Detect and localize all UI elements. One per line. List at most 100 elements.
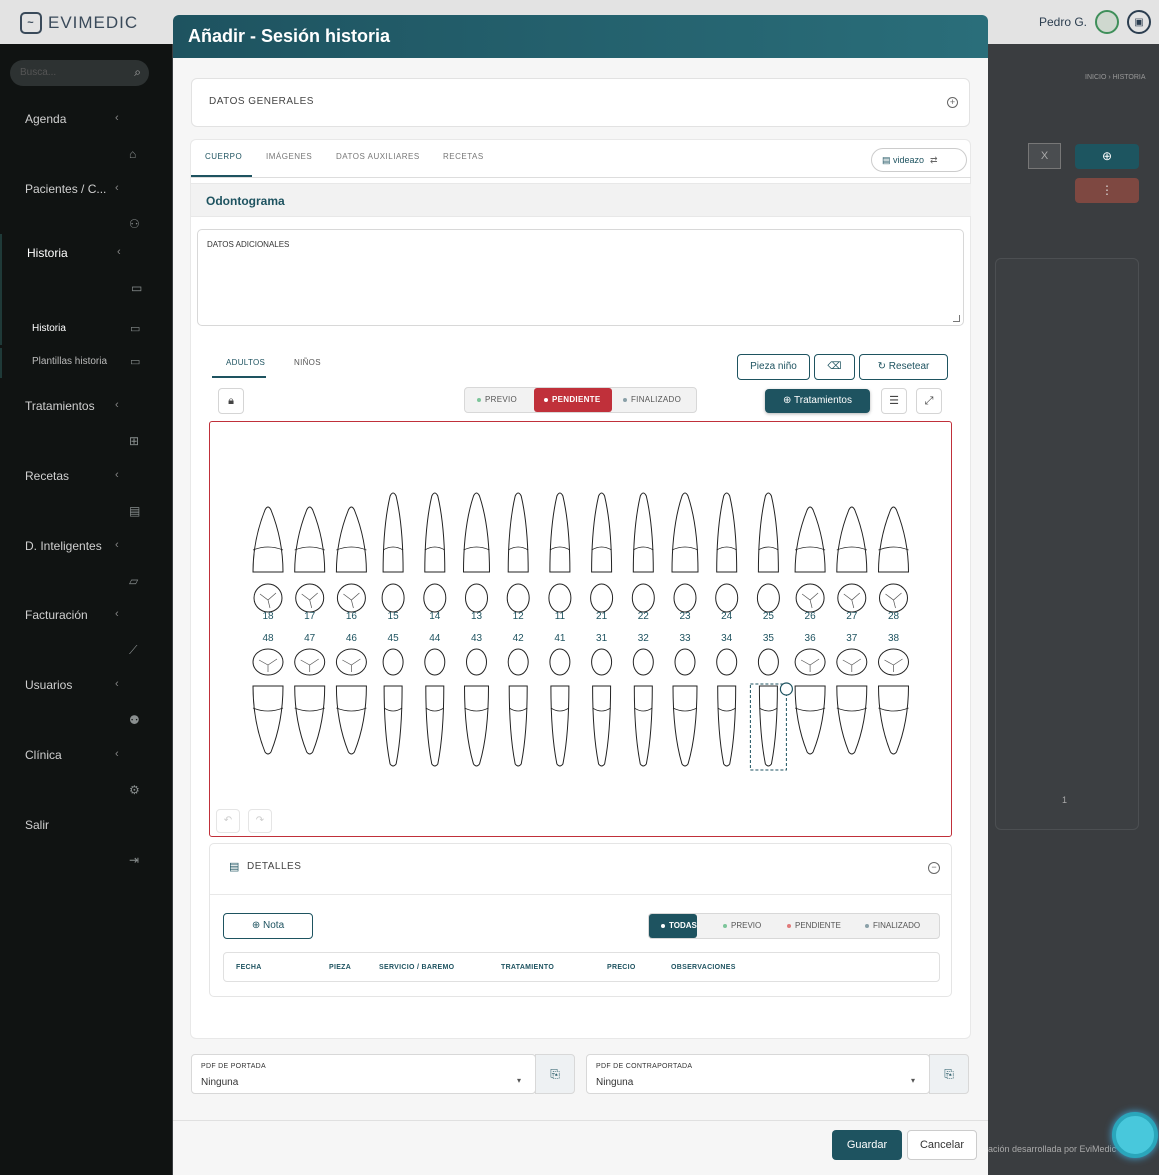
column-servicio[interactable]: SERVICIO / BAREMO <box>379 964 454 971</box>
tooth-number: 44 <box>429 633 441 644</box>
expand-icon[interactable]: + <box>947 97 958 108</box>
folder-icon: ▭ <box>130 323 141 335</box>
resize-handle[interactable] <box>953 315 960 322</box>
sidebar-item-usuarios[interactable]: Usuarios ‹ ⚉ <box>0 672 172 742</box>
add-note-button[interactable]: ⊕ Nota <box>223 913 313 939</box>
tooth-26[interactable] <box>794 506 826 613</box>
tab-underline <box>191 175 252 177</box>
videazo-button[interactable]: ▤ videazo ⇄ <box>871 148 967 172</box>
tooth-42[interactable] <box>507 648 529 767</box>
tooth-35[interactable] <box>749 648 794 771</box>
tab-cuerpo[interactable]: CUERPO <box>205 152 242 161</box>
sidebar-item-agenda[interactable]: Agenda ‹ ⌂ <box>0 106 172 176</box>
collapse-icon[interactable]: − <box>928 862 940 874</box>
tooth-12[interactable] <box>506 492 530 613</box>
tooth-22[interactable] <box>631 492 655 613</box>
tooth-13[interactable] <box>462 492 491 613</box>
filter-finalizado[interactable]: FINALIZADO <box>865 914 939 938</box>
tooth-38[interactable] <box>877 648 910 755</box>
filter-todas[interactable]: TODAS <box>649 914 697 938</box>
tooth-41[interactable] <box>549 648 571 767</box>
general-data-section[interactable]: DATOS GENERALES + <box>191 78 970 127</box>
redo-button[interactable]: ↷ <box>248 809 272 833</box>
tab-recetas[interactable]: RECETAS <box>443 152 484 161</box>
tooth-46[interactable] <box>335 648 367 755</box>
tooth-number: 23 <box>679 611 691 622</box>
expand-button[interactable]: ⤢ <box>916 388 942 414</box>
avatar[interactable] <box>1095 10 1119 34</box>
tooth-17[interactable] <box>294 506 326 613</box>
column-precio[interactable]: PRECIO <box>607 964 636 971</box>
status-finalizado[interactable]: FINALIZADO <box>623 388 697 412</box>
brand-logo[interactable]: ~ EVIMEDIC <box>20 12 138 34</box>
column-pieza[interactable]: PIEZA <box>329 964 351 971</box>
reset-button[interactable]: ↻ Resetear <box>859 354 948 380</box>
column-tratamiento[interactable]: TRATAMIENTO <box>501 964 554 971</box>
pdf-back-preview-button[interactable]: ⎘ <box>929 1054 969 1094</box>
tooth-31[interactable] <box>591 648 613 767</box>
tooth-33[interactable] <box>672 648 698 767</box>
extra-data-textarea[interactable]: DATOS ADICIONALES <box>197 229 964 326</box>
tooth-43[interactable] <box>463 648 490 767</box>
teeth-drawing[interactable] <box>210 422 951 836</box>
tooth-45[interactable] <box>382 648 404 767</box>
filter-pendiente[interactable]: PENDIENTE <box>787 914 857 938</box>
sidebar-subitem-plantillas[interactable]: Plantillas historia ▭ <box>0 348 172 378</box>
tooth-34[interactable] <box>716 648 738 767</box>
tooth-25[interactable] <box>756 492 780 613</box>
tooth-24[interactable] <box>715 492 739 613</box>
column-fecha[interactable]: FECHA <box>236 964 262 971</box>
page-number[interactable]: 1 <box>1062 795 1067 805</box>
search-icon[interactable]: ⌕ <box>134 65 141 80</box>
tooth-44[interactable] <box>424 648 446 767</box>
chat-launcher-button[interactable] <box>1112 1112 1158 1158</box>
tooth-14[interactable] <box>423 492 447 613</box>
column-observaciones[interactable]: OBSERVACIONES <box>671 964 736 971</box>
tooth-21[interactable] <box>590 492 614 613</box>
tab-ninos[interactable]: NIÑOS <box>294 358 321 367</box>
search-input[interactable]: Busca... ⌕ <box>10 60 149 86</box>
sidebar-item-recetas[interactable]: Recetas ‹ ▤ <box>0 463 172 533</box>
filter-previo[interactable]: PREVIO <box>723 914 773 938</box>
tooth-47[interactable] <box>294 648 326 755</box>
filters-button[interactable]: ☰ <box>881 388 907 414</box>
chat-icon[interactable]: ▣ <box>1127 10 1151 34</box>
tooth-36[interactable] <box>794 648 826 755</box>
undo-button[interactable]: ↶ <box>216 809 240 833</box>
expand-icon: ⤢ <box>924 395 934 407</box>
tooth-11[interactable] <box>548 492 572 613</box>
pieza-nino-button[interactable]: Pieza niño <box>737 354 810 380</box>
lock-button[interactable]: 🔒︎ <box>218 388 244 414</box>
sidebar-item-clinica[interactable]: Clínica ‹ ⚙ <box>0 742 172 812</box>
clear-button[interactable]: X <box>1028 143 1061 169</box>
pdf-back-select[interactable]: PDF DE CONTRAPORTADA Ninguna ▾ <box>586 1054 930 1094</box>
tooth-28[interactable] <box>877 506 910 613</box>
save-button[interactable]: Guardar <box>832 1130 902 1160</box>
tooth-16[interactable] <box>335 506 367 613</box>
odontogram-canvas[interactable]: 18 17 16 15 14 13 12 11 21 22 23 24 25 26 27 28 48 47 46 4… <box>209 421 952 837</box>
tooth-15[interactable] <box>381 492 405 613</box>
tab-adultos[interactable]: ADULTOS <box>226 358 265 367</box>
tooth-23[interactable] <box>671 492 699 613</box>
more-button[interactable]: ⋮ <box>1075 178 1139 203</box>
eraser-button[interactable]: ⌫ <box>814 354 855 380</box>
sidebar-item-tratamientos[interactable]: Tratamientos ‹ ⊞ <box>0 393 172 463</box>
sidebar-item-salir[interactable]: Salir ⇥ <box>0 812 172 882</box>
add-button[interactable]: ⊕ <box>1075 144 1139 169</box>
tooth-37[interactable] <box>836 648 868 755</box>
sidebar-subitem-historia[interactable]: Historia ▭ <box>0 315 172 345</box>
tooth-27[interactable] <box>836 506 868 613</box>
status-pendiente[interactable]: PENDIENTE <box>534 388 612 412</box>
tooth-32[interactable] <box>632 648 654 767</box>
status-previo[interactable]: PREVIO <box>477 388 535 412</box>
tratamientos-button[interactable]: ⊕ Tratamientos <box>765 389 870 413</box>
tab-imagenes[interactable]: IMÁGENES <box>266 152 312 161</box>
tooth-18[interactable] <box>252 506 284 613</box>
sidebar-item-facturacion[interactable]: Facturación ‹ ⟋ <box>0 602 172 672</box>
cancel-button[interactable]: Cancelar <box>907 1130 977 1160</box>
pdf-cover-preview-button[interactable]: ⎘ <box>535 1054 575 1094</box>
pdf-cover-select[interactable]: PDF DE PORTADA Ninguna ▾ <box>191 1054 536 1094</box>
tab-datos-auxiliares[interactable]: DATOS AUXILIARES <box>336 152 420 161</box>
sidebar-item-d-inteligentes[interactable]: D. Inteligentes ‹ ▱ <box>0 533 172 603</box>
tooth-48[interactable] <box>252 648 284 755</box>
